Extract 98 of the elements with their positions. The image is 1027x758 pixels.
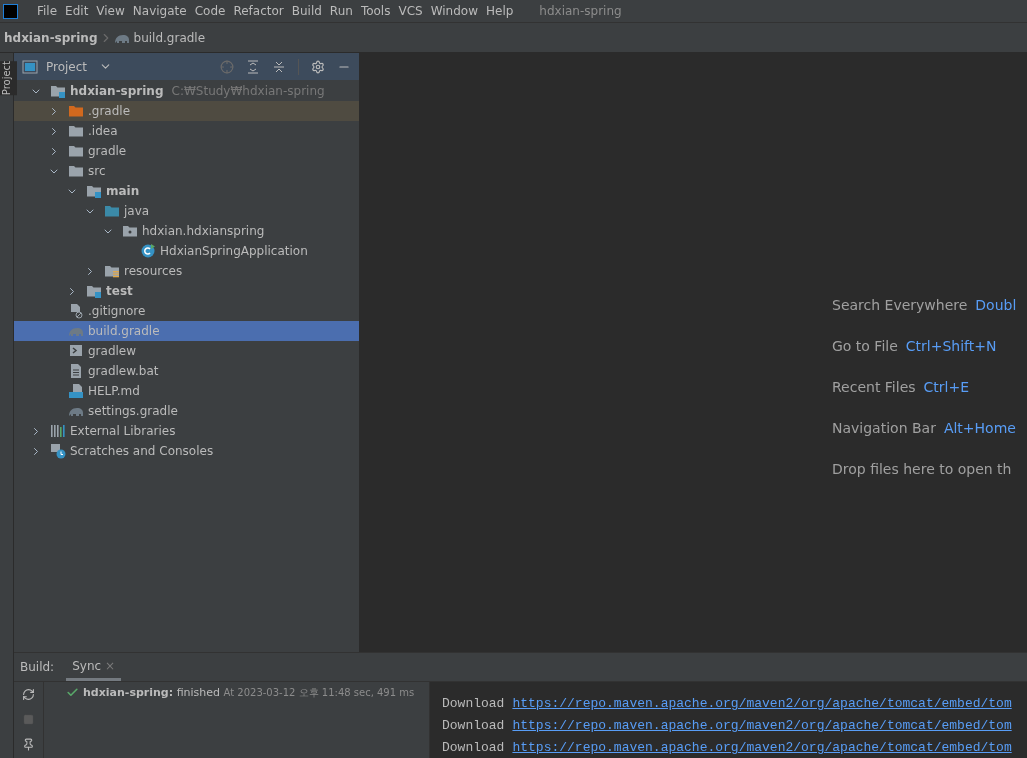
menu-item[interactable]: Window (430, 2, 478, 20)
menu-item[interactable]: Help (486, 2, 514, 20)
tree-label: .gitignore (88, 303, 146, 320)
menu-item[interactable]: Refactor (233, 2, 284, 20)
tree-label: resources (124, 263, 183, 280)
path-hint: C:₩Study₩hdxian-spring (171, 83, 325, 100)
tree-row[interactable]: Scratches and Consoles (14, 441, 359, 461)
folder-icon (68, 163, 84, 179)
window-title: hdxian-spring (539, 3, 622, 20)
pin-icon[interactable] (22, 738, 35, 751)
module-folder-icon (86, 283, 102, 299)
tree-label: gradlew.bat (88, 363, 159, 380)
shortcut-text: Ctrl+Shift+N (905, 337, 997, 356)
tree-label: src (88, 163, 106, 180)
panel-icon (22, 59, 38, 74)
shortcut-text: Ctrl+E (923, 378, 970, 397)
tree-row[interactable]: gradlew.bat (14, 361, 359, 381)
text-file-icon (68, 363, 84, 379)
collapse-all-icon[interactable] (272, 59, 286, 74)
tree-label: main (106, 183, 140, 200)
breadcrumb-item[interactable]: build.gradle (133, 28, 206, 47)
panel-title[interactable]: Project (46, 57, 88, 76)
success-icon (66, 686, 79, 699)
download-link[interactable]: https://repo.maven.apache.org/maven2/org/apache/tomcat/embed/tom (512, 737, 1012, 758)
menu-item[interactable]: Code (194, 2, 226, 20)
panel-label: Build: (20, 659, 55, 676)
shortcut-text: Alt+Home (943, 419, 1016, 438)
tree-label: build.gradle (88, 323, 160, 340)
tree-label: test (106, 283, 133, 300)
libraries-icon (50, 423, 66, 439)
tree-row[interactable]: resources (14, 261, 359, 281)
menu-item[interactable]: Navigate (132, 2, 187, 20)
ignore-file-icon (68, 303, 84, 319)
package-icon (122, 223, 138, 239)
expand-all-icon[interactable] (246, 59, 260, 74)
tree-row[interactable]: gradlew (14, 341, 359, 361)
app-logo (3, 3, 18, 19)
tree-label: hdxian-spring (70, 83, 164, 100)
tree-label: External Libraries (70, 423, 176, 440)
module-folder-icon (86, 183, 102, 199)
tree-row[interactable]: settings.gradle (14, 401, 359, 421)
menu-item[interactable]: VCS (398, 2, 423, 20)
tree-row[interactable]: .gitignore (14, 301, 359, 321)
tree-label: .idea (88, 123, 118, 140)
tree-row[interactable]: hdxian.hdxianspring (14, 221, 359, 241)
tree-row[interactable]: main (14, 181, 359, 201)
folder-icon (68, 103, 84, 119)
folder-icon (68, 123, 84, 139)
markdown-file-icon (68, 383, 84, 399)
tree-label: java (124, 203, 150, 220)
breadcrumb-item[interactable]: hdxian-spring (4, 28, 98, 47)
class-icon (140, 243, 156, 259)
tree-label: .gradle (88, 103, 131, 120)
tree-row[interactable]: .idea (14, 121, 359, 141)
menu-item[interactable]: Edit (65, 2, 89, 20)
project-stripe-tab[interactable]: Project (0, 61, 17, 96)
sync-result: hdxian-spring: finished At 2023-03-12 오후 11:48 sec, 491 ms (83, 685, 415, 701)
menu-item[interactable]: File (37, 2, 58, 20)
tree-label: settings.gradle (88, 403, 178, 420)
folder-icon (68, 143, 84, 159)
tree-row[interactable]: java (14, 201, 359, 221)
menu-item[interactable]: Tools (360, 2, 391, 20)
settings-icon[interactable] (311, 59, 325, 74)
download-link[interactable]: https://repo.maven.apache.org/maven2/org/apache/tomcat/embed/tom (512, 693, 1012, 715)
tree-label: gradlew (88, 343, 137, 360)
tree-label: gradle (88, 143, 127, 160)
welcome-action: Drop files here to open th (832, 460, 1012, 479)
welcome-action: Recent Files (832, 378, 916, 397)
menu-item[interactable]: Build (291, 2, 322, 20)
tree-row[interactable]: HELP.md (14, 381, 359, 401)
welcome-action: Navigation Bar (832, 419, 936, 438)
tree-label: Scratches and Consoles (70, 443, 214, 460)
welcome-action: Search Everywhere (832, 296, 968, 315)
console-text: Download (442, 739, 505, 757)
folder-icon (104, 203, 120, 219)
tree-label: HELP.md (88, 383, 140, 400)
menu-item[interactable]: View (96, 2, 125, 20)
sync-tab[interactable]: Sync × (66, 653, 122, 681)
refresh-icon[interactable] (22, 688, 35, 701)
scratches-icon (50, 443, 66, 459)
tree-row[interactable]: src (14, 161, 359, 181)
console-text: Download (442, 717, 505, 735)
tree-row[interactable]: External Libraries (14, 421, 359, 441)
welcome-action: Go to File (832, 337, 898, 356)
download-link[interactable]: https://repo.maven.apache.org/maven2/org/apache/tomcat/embed/tom (512, 715, 1012, 737)
menu-item[interactable]: Run (329, 2, 353, 20)
tree-row[interactable]: test (14, 281, 359, 301)
resources-folder-icon (104, 263, 120, 279)
tree-row[interactable]: .gradle (14, 101, 359, 121)
tree-row[interactable]: hdxian-spring C:₩Study₩hdxian-spring (14, 81, 359, 101)
tree-row[interactable]: HdxianSpringApplication (14, 241, 359, 261)
shortcut-text: Doubl (975, 296, 1017, 315)
module-folder-icon (50, 83, 66, 99)
console-text: Download (442, 695, 505, 713)
script-icon (68, 343, 84, 359)
tree-row[interactable]: gradle (14, 141, 359, 161)
tree-label: HdxianSpringApplication (160, 243, 308, 260)
tree-label: hdxian.hdxianspring (142, 223, 265, 240)
